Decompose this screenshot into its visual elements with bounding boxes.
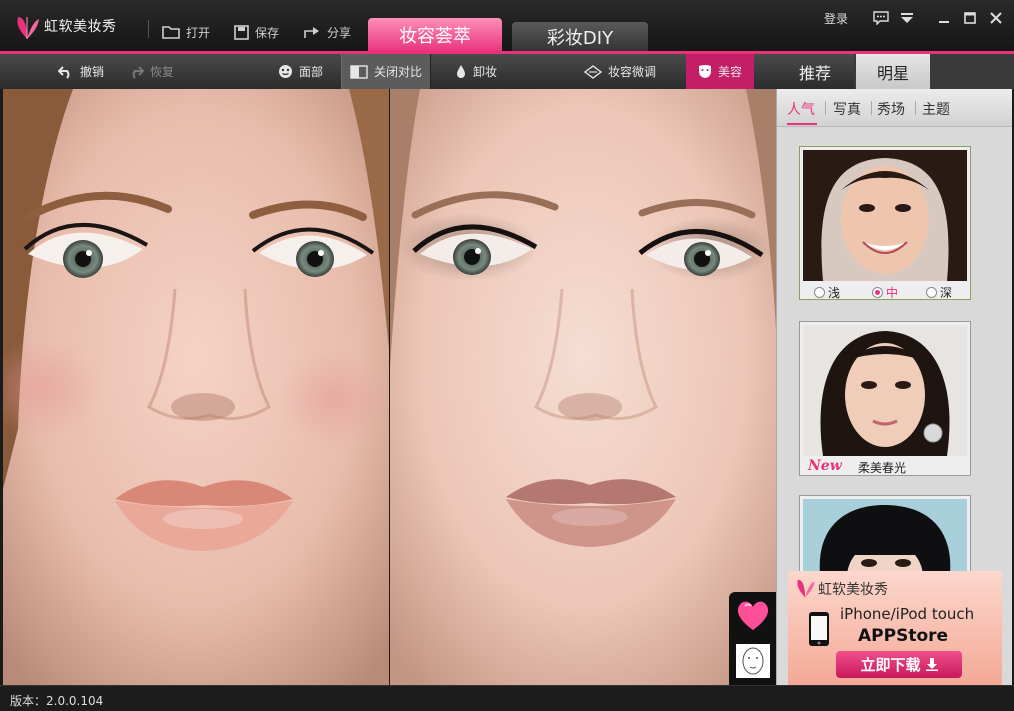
ad-brand: 虹软美妆秀 [818, 582, 888, 598]
save-button[interactable]: 保存 [234, 20, 279, 44]
intensity-option-dark[interactable]: 深 [926, 284, 952, 301]
face-button[interactable]: 面部 [278, 54, 323, 89]
appstore-ad-banner[interactable]: 虹软美妆秀 iPhone/iPod touch APPStore 立即下载 [788, 571, 1002, 685]
dropdown-menu-icon[interactable] [899, 9, 915, 27]
fine-tune-label: 妆容微调 [608, 65, 657, 79]
remove-makeup-label: 卸妆 [473, 65, 498, 79]
face-label: 面部 [299, 65, 324, 79]
active-subtab-indicator [787, 123, 817, 125]
intensity-light-label: 浅 [828, 286, 841, 300]
save-icon [234, 24, 249, 40]
compare-toggle-button[interactable]: 关闭对比 [341, 54, 432, 89]
subtab-theme[interactable]: 主题 [922, 99, 950, 119]
subtab-popular[interactable]: 人气 [787, 99, 815, 119]
before-photo [3, 89, 389, 685]
subtab-photoshoot[interactable]: 写真 [833, 99, 861, 119]
share-label: 分享 [327, 25, 352, 40]
compare-toggle-label: 关闭对比 [374, 65, 423, 79]
redo-button[interactable]: 恢复 [128, 54, 174, 89]
intensity-option-light[interactable]: 浅 [814, 284, 840, 301]
beautify-button[interactable]: 美容 [686, 54, 755, 89]
new-badge: New [808, 458, 842, 474]
tab-makeup-diy[interactable]: 彩妆DIY [512, 22, 648, 52]
download-now-label: 立即下载 [860, 656, 921, 674]
sidebar-tabs: 推荐 明星 [776, 54, 1014, 89]
ad-store-text: APPStore [858, 626, 949, 646]
login-link[interactable]: 登录 [824, 9, 848, 27]
redo-icon [132, 65, 144, 79]
intensity-option-medium[interactable]: 中 [872, 284, 898, 301]
radio-icon [926, 287, 937, 298]
minimize-icon[interactable] [936, 9, 952, 27]
divider [148, 20, 149, 38]
intensity-medium-label: 中 [886, 286, 899, 300]
favorite-panel [729, 592, 776, 685]
celebrity-photo [803, 150, 967, 281]
folder-icon [162, 26, 180, 39]
preset-card[interactable]: 浅 中 深 [799, 146, 971, 300]
mask-icon [699, 65, 711, 78]
undo-button[interactable]: 撤销 [58, 54, 104, 89]
fine-tune-button[interactable]: 妆容微调 [584, 54, 656, 89]
status-bar: 版本：2.0.0.104 [0, 685, 1014, 711]
share-button[interactable]: 分享 [303, 20, 351, 44]
drop-icon [457, 65, 465, 78]
subtab-runway[interactable]: 秀场 [877, 99, 905, 119]
face-outline-thumbnail[interactable] [736, 644, 770, 678]
divider [825, 101, 826, 115]
redo-label: 恢复 [150, 65, 175, 79]
tab-makeup-collection[interactable]: 妆容荟萃 [368, 18, 502, 52]
compare-icon [350, 64, 368, 79]
open-button[interactable]: 打开 [162, 20, 210, 44]
divider [915, 101, 916, 115]
version-label: 版本：2.0.0.104 [10, 694, 104, 708]
celebrity-photo [803, 325, 967, 456]
radio-selected-icon [872, 287, 883, 298]
after-photo [390, 89, 776, 685]
undo-icon [58, 65, 70, 79]
tab-celebrity[interactable]: 明星 [856, 54, 930, 89]
adjust-diamond-icon [584, 64, 602, 79]
radio-icon [814, 287, 825, 298]
butterfly-logo-icon [17, 17, 39, 39]
download-now-button[interactable]: 立即下载 [836, 651, 962, 678]
app-title: 虹软美妆秀 [44, 19, 117, 35]
preset-name: 柔美春光 [858, 461, 907, 475]
intensity-dark-label: 深 [940, 286, 953, 300]
sidebar-subtabs: 人气 写真 秀场 主题 [777, 89, 1012, 127]
title-bar: 虹软美妆秀 打开 保存 分享 妆容荟萃 彩妆DIY 登录 [0, 0, 1014, 52]
face-icon [279, 65, 292, 78]
save-label: 保存 [255, 25, 280, 40]
heart-icon[interactable] [735, 598, 771, 632]
butterfly-logo-icon [797, 579, 815, 598]
edit-toolbar: 撤销 恢复 面部 关闭对比 卸妆 妆容微调 美容 [0, 54, 776, 89]
open-label: 打开 [186, 25, 211, 40]
share-icon [304, 26, 319, 38]
divider [871, 101, 872, 115]
close-icon[interactable] [988, 9, 1004, 27]
beautify-label: 美容 [718, 65, 743, 79]
maximize-icon[interactable] [962, 9, 978, 27]
download-arrow-icon [925, 658, 938, 671]
tab-recommended[interactable]: 推荐 [776, 54, 854, 89]
feedback-icon[interactable] [872, 9, 890, 27]
app-logo: 虹软美妆秀 [14, 8, 117, 44]
preset-card[interactable]: New 柔美春光 [799, 321, 971, 476]
undo-label: 撤销 [80, 65, 105, 79]
ad-device-text: iPhone/iPod touch [840, 605, 975, 623]
phone-icon [809, 612, 829, 646]
remove-makeup-button[interactable]: 卸妆 [455, 54, 497, 89]
